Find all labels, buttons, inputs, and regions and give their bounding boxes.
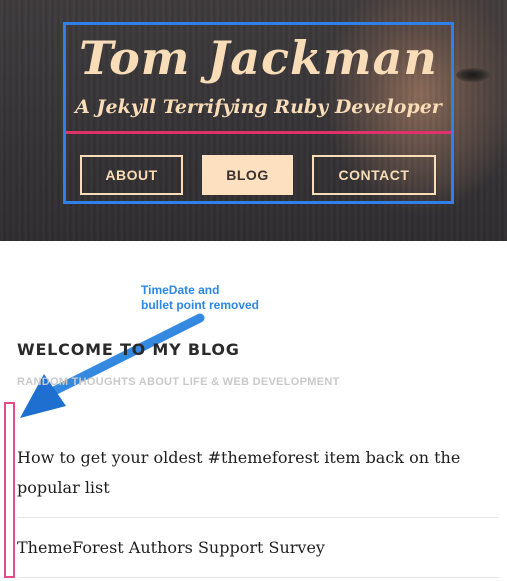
blog-tagline: RANDOM THOUGHTS ABOUT LIFE & WEB DEVELOP… xyxy=(17,376,340,388)
annotation-line-2: bullet point removed xyxy=(141,298,260,312)
nav-contact-button[interactable]: CONTACT xyxy=(312,155,436,195)
annotation-line-1: TimeDate and xyxy=(141,283,220,297)
nav-blog-button[interactable]: BLOG xyxy=(202,155,293,195)
annotation-bracket-pink xyxy=(4,402,15,578)
post-divider xyxy=(17,577,499,578)
post-title-link[interactable]: How to get your oldest #themeforest item… xyxy=(17,443,487,503)
site-subtitle: A Jekyll Terrifying Ruby Developer xyxy=(75,96,442,118)
annotation-note: TimeDate and bullet point removed xyxy=(141,283,260,313)
site-title[interactable]: Tom Jackman xyxy=(66,26,451,90)
post-title-link[interactable]: ThemeForest Authors Support Survey xyxy=(17,533,487,563)
portrait-eye xyxy=(456,68,490,82)
nav-about-button[interactable]: ABOUT xyxy=(80,155,183,195)
header-divider-line xyxy=(66,131,451,134)
post-divider xyxy=(17,517,499,518)
blog-heading: WELCOME TO MY BLOG xyxy=(17,340,240,359)
